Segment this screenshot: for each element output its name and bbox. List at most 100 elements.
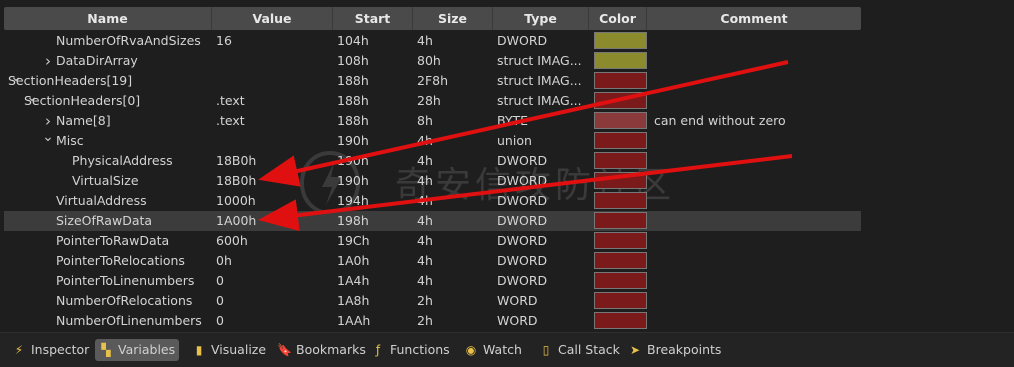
start-cell: 190h (337, 133, 369, 148)
tab-variables[interactable]: ▚ Variables (95, 339, 180, 361)
table-row[interactable]: ⌄ Misc 190h 4h union (4, 131, 861, 151)
table-row[interactable]: VirtualSize 18B0h 190h 4h DWORD (4, 171, 861, 191)
type-cell: DWORD (497, 213, 548, 228)
color-swatch[interactable] (594, 312, 647, 329)
table-row[interactable]: PhysicalAddress 18B0h 190h 4h DWORD (4, 151, 861, 171)
name-cell: › Name[8] (4, 111, 209, 131)
tab-call-stack[interactable]: ▯ Call Stack (535, 339, 624, 361)
table-row[interactable]: › Name[8] .text 188h 8h BYTE can end without z… (4, 111, 861, 131)
type-cell: union (497, 133, 532, 148)
start-cell: 188h (337, 93, 369, 108)
color-swatch[interactable] (594, 192, 647, 209)
callstack-icon: ▯ (542, 343, 550, 357)
start-cell: 104h (337, 33, 369, 48)
type-cell: DWORD (497, 193, 548, 208)
variable-name: NumberOfLinenumbers (56, 313, 202, 328)
table-row[interactable]: ⌄ SectionHeaders[19] 188h 2F8h struct IMAG..… (4, 71, 861, 91)
tab-visualize[interactable]: ▮ Visualize (188, 339, 270, 361)
color-swatch[interactable] (594, 92, 647, 109)
variable-name: PointerToRawData (56, 233, 170, 248)
tab-watch[interactable]: ◉ Watch (460, 339, 526, 361)
color-swatch[interactable] (594, 172, 647, 189)
comment-cell (654, 211, 854, 231)
type-cell: DWORD (497, 273, 548, 288)
column-type[interactable]: Type (493, 7, 589, 30)
start-cell: 188h (337, 73, 369, 88)
comment-cell: can end without zero (654, 113, 786, 128)
color-swatch[interactable] (594, 32, 647, 49)
column-value[interactable]: Value (212, 7, 333, 30)
column-name[interactable]: Name (4, 7, 212, 30)
table-row[interactable]: VirtualAddress 1000h 194h 4h DWORD (4, 191, 861, 211)
color-swatch[interactable] (594, 52, 647, 69)
table-row[interactable]: NumberOfRelocations 0 1A8h 2h WORD (4, 291, 861, 311)
table-row[interactable]: NumberOfLinenumbers 0 1AAh 2h WORD (4, 311, 861, 331)
comment-cell (654, 231, 854, 251)
start-cell: 198h (337, 213, 369, 228)
name-cell: PointerToRawData (4, 231, 209, 251)
name-cell: SizeOfRawData (4, 211, 209, 231)
variable-name: NumberOfRvaAndSizes (56, 33, 201, 48)
name-cell: ⌄ SectionHeaders[19] (4, 71, 209, 91)
comment-cell (654, 251, 854, 271)
table-row[interactable]: NumberOfRvaAndSizes 16 104h 4h DWORD (4, 31, 861, 51)
value-cell: 1A00h (216, 213, 257, 228)
color-swatch[interactable] (594, 132, 647, 149)
value-cell: 18B0h (216, 173, 257, 188)
type-cell: BYTE (497, 113, 529, 128)
name-cell: NumberOfRelocations (4, 291, 209, 311)
type-cell: DWORD (497, 233, 548, 248)
comment-cell (654, 51, 854, 71)
color-swatch[interactable] (594, 292, 647, 309)
name-cell: PhysicalAddress (4, 151, 209, 171)
size-cell: 8h (417, 113, 433, 128)
size-cell: 4h (417, 153, 433, 168)
color-swatch[interactable] (594, 72, 647, 89)
chevron-right-icon[interactable]: › (42, 111, 54, 131)
table-row[interactable]: ⌄ SectionHeaders[0] .text 188h 28h struct IMA… (4, 91, 861, 111)
column-color[interactable]: Color (589, 7, 647, 30)
color-swatch[interactable] (594, 232, 647, 249)
color-swatch[interactable] (594, 252, 647, 269)
tab-bookmarks[interactable]: 🔖 Bookmarks (273, 339, 370, 361)
table-row[interactable]: PointerToRelocations 0h 1A0h 4h DWORD (4, 251, 861, 271)
value-cell (216, 51, 331, 71)
start-cell: 1AAh (337, 313, 371, 328)
color-swatch[interactable] (594, 112, 647, 129)
color-swatch[interactable] (594, 212, 647, 229)
type-cell: struct IMAG... (497, 93, 582, 108)
size-cell: 4h (417, 193, 433, 208)
table-row[interactable]: PointerToLinenumbers 0 1A4h 4h DWORD (4, 271, 861, 291)
start-cell: 1A0h (337, 253, 370, 268)
table-row[interactable]: PointerToRawData 600h 19Ch 4h DWORD (4, 231, 861, 251)
type-cell: WORD (497, 293, 538, 308)
bottom-tab-bar: ⚡ Inspector ▚ Variables ▮ Visualize 🔖 Bookmarks… (0, 332, 1014, 367)
column-start[interactable]: Start (333, 7, 413, 30)
comment-cell (654, 171, 854, 191)
variable-name: PointerToRelocations (56, 253, 185, 268)
size-cell: 2h (417, 313, 433, 328)
type-cell: struct IMAG... (497, 73, 582, 88)
tab-inspector[interactable]: ⚡ Inspector (8, 339, 93, 361)
column-size[interactable]: Size (413, 7, 493, 30)
bookmark-icon: 🔖 (277, 343, 292, 357)
type-cell: DWORD (497, 33, 548, 48)
start-cell: 1A8h (337, 293, 370, 308)
tab-label: Variables (118, 342, 176, 357)
variable-name: SectionHeaders[0] (24, 93, 141, 108)
value-cell: 0 (216, 313, 224, 328)
size-cell: 4h (417, 33, 433, 48)
tab-label: Breakpoints (647, 342, 722, 357)
chevron-right-icon[interactable]: › (42, 51, 54, 71)
column-comment[interactable]: Comment (647, 7, 861, 30)
chevron-down-icon[interactable]: ⌄ (42, 131, 54, 147)
name-cell: PointerToRelocations (4, 251, 209, 271)
tab-functions[interactable]: ƒ Functions (367, 339, 454, 361)
value-cell: .text (216, 113, 245, 128)
table-row[interactable]: SizeOfRawData 1A00h 198h 4h DWORD (4, 211, 861, 231)
color-swatch[interactable] (594, 152, 647, 169)
variable-name: DataDirArray (56, 53, 138, 68)
tab-breakpoints[interactable]: ➤ Breakpoints (624, 339, 725, 361)
table-row[interactable]: › DataDirArray 108h 80h struct IMAG... (4, 51, 861, 71)
color-swatch[interactable] (594, 272, 647, 289)
